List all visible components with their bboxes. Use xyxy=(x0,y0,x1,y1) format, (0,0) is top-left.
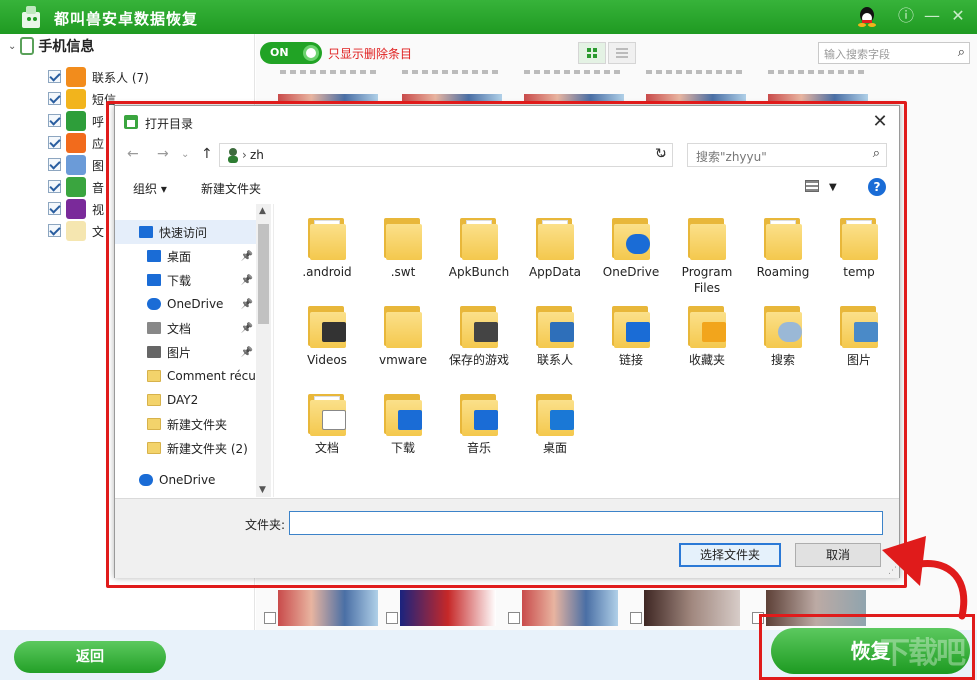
tree-item-label: 视 xyxy=(92,202,105,217)
photo-thumbnail[interactable] xyxy=(522,590,618,626)
thumbnail-checkbox[interactable] xyxy=(264,612,276,624)
dialog-highlight-frame xyxy=(106,101,907,588)
category-icon xyxy=(66,155,86,175)
photo-thumbnail[interactable] xyxy=(278,590,378,626)
deleted-only-toggle[interactable]: ON xyxy=(260,42,322,64)
toggle-text: ON xyxy=(270,46,289,59)
tree-item-checkbox[interactable] xyxy=(48,158,61,171)
app-title-bar: 都叫兽安卓数据恢复 ⓘ — ✕ xyxy=(0,0,977,34)
tree-item-checkbox[interactable] xyxy=(48,202,61,215)
thumbnail-caption xyxy=(646,70,746,74)
tree-item-label: 应 xyxy=(92,136,105,151)
tree-item-checkbox[interactable] xyxy=(48,70,61,83)
tree-item-label: 文 xyxy=(92,224,105,239)
tree-item[interactable]: 呼 xyxy=(66,110,104,132)
thumbnail-caption xyxy=(402,70,502,74)
grid-view-button[interactable] xyxy=(578,42,606,64)
photo-thumbnail[interactable] xyxy=(400,590,496,626)
close-icon[interactable]: ✕ xyxy=(948,6,968,26)
thumbnail-caption xyxy=(768,70,868,74)
photo-thumbnail[interactable] xyxy=(644,590,740,626)
category-icon xyxy=(66,89,86,109)
tree-root[interactable]: ⌄ 手机信息 xyxy=(8,36,94,56)
minimize-icon[interactable]: — xyxy=(922,6,942,26)
toggle-knob xyxy=(303,45,319,61)
back-button[interactable]: 返回 xyxy=(14,641,166,673)
qq-icon[interactable] xyxy=(856,6,878,28)
tree-item[interactable]: 视 xyxy=(66,198,104,220)
tree-item[interactable]: 音 xyxy=(66,176,104,198)
thumbnail-caption xyxy=(280,70,380,74)
info-icon[interactable]: ⓘ xyxy=(896,6,916,26)
list-view-button[interactable] xyxy=(608,42,636,64)
category-icon xyxy=(66,67,86,87)
tree-item-checkbox[interactable] xyxy=(48,180,61,193)
tree-item-checkbox[interactable] xyxy=(48,92,61,105)
thumbnail-checkbox[interactable] xyxy=(386,612,398,624)
grid-view-icon xyxy=(587,48,597,58)
tree-item-checkbox[interactable] xyxy=(48,136,61,149)
toggle-label: 只显示删除条目 xyxy=(328,47,413,61)
category-icon xyxy=(66,199,86,219)
search-icon[interactable]: ⌕ xyxy=(958,45,965,60)
tree-item-checkbox[interactable] xyxy=(48,224,61,237)
phone-icon xyxy=(20,37,35,55)
list-view-icon xyxy=(616,48,628,58)
watermark: 下载吧 xyxy=(880,636,966,671)
category-icon xyxy=(66,111,86,131)
thumbnail-caption xyxy=(524,70,624,74)
tree-item[interactable]: 文 xyxy=(66,220,104,242)
category-icon xyxy=(66,221,86,241)
tree-item-label: 图 xyxy=(92,158,105,173)
main-search-input[interactable]: 输入搜索字段 ⌕ xyxy=(818,42,970,64)
category-icon xyxy=(66,133,86,153)
tree-item[interactable]: 图 xyxy=(66,154,104,176)
tree-item-label: 音 xyxy=(92,180,105,195)
category-icon xyxy=(66,177,86,197)
app-title: 都叫兽安卓数据恢复 xyxy=(54,10,199,28)
chevron-down-icon[interactable]: ⌄ xyxy=(8,41,16,52)
red-arrow-icon xyxy=(882,536,968,620)
app-logo-icon xyxy=(22,6,40,28)
tree-item[interactable]: 联系人 (7) xyxy=(66,66,149,88)
tree-item-checkbox[interactable] xyxy=(48,114,61,127)
tree-item-label: 联系人 (7) xyxy=(92,70,149,85)
main-search-placeholder: 输入搜索字段 xyxy=(824,48,890,61)
tree-item[interactable]: 应 xyxy=(66,132,104,154)
thumbnail-checkbox[interactable] xyxy=(630,612,642,624)
tree-root-label: 手机信息 xyxy=(38,39,95,55)
thumbnail-checkbox[interactable] xyxy=(508,612,520,624)
tree-item-label: 呼 xyxy=(92,114,105,129)
